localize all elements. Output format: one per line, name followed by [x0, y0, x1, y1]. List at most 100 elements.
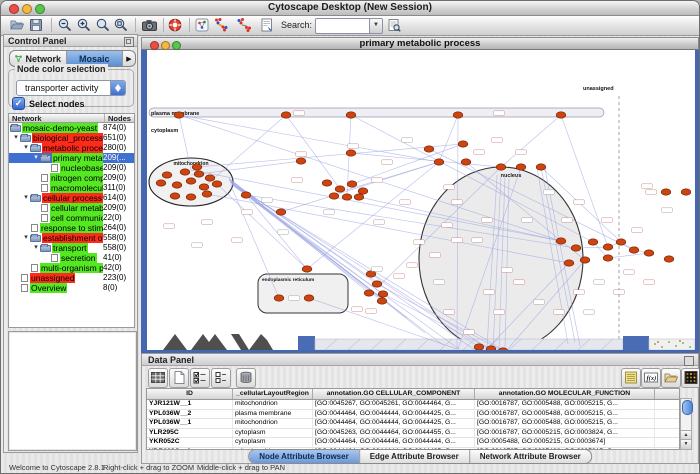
table-scrollbar[interactable]: ▲ ▼ [680, 398, 692, 450]
network-node[interactable] [461, 159, 471, 165]
column-header[interactable]: ID [147, 389, 233, 399]
select-nodes-checkbox[interactable]: ✓ [12, 97, 25, 110]
network-node[interactable] [661, 189, 671, 195]
network-node[interactable] [616, 239, 626, 245]
expand-arrow-icon[interactable]: ▾ [12, 133, 20, 143]
expand-arrow-icon[interactable]: ▾ [22, 233, 30, 243]
network-node[interactable] [199, 184, 209, 190]
network-node[interactable] [372, 281, 382, 287]
network-node[interactable] [346, 150, 356, 156]
float-panel-icon[interactable] [124, 37, 134, 47]
network-node[interactable] [453, 112, 463, 118]
network-node[interactable] [202, 191, 212, 197]
new-attribute-icon[interactable] [169, 368, 189, 388]
network-node[interactable] [322, 180, 332, 186]
network-node[interactable] [329, 193, 339, 199]
network-node[interactable] [296, 158, 306, 164]
function-builder-icon[interactable]: f(x) [641, 368, 661, 388]
help-lifering-icon[interactable] [167, 17, 183, 33]
network-canvas[interactable]: plasma membranecytoplasmmitochondrionnuc… [141, 50, 699, 353]
network-view-titlebar[interactable]: primary metabolic process [141, 37, 699, 50]
close-view-button[interactable] [150, 41, 159, 50]
network-node[interactable] [366, 271, 376, 277]
network-node[interactable] [516, 164, 526, 170]
tree-row[interactable]: cell communicat22(0) [9, 213, 134, 223]
select-attributes-icon[interactable] [190, 368, 210, 388]
network-node[interactable] [496, 164, 506, 170]
network-node[interactable] [434, 159, 444, 165]
tree-row[interactable]: unassigned223(0) [9, 273, 134, 283]
expand-arrow-icon[interactable]: ▾ [22, 143, 30, 153]
zoom-window-button[interactable] [35, 4, 45, 14]
tree-row[interactable]: macromolecule311(0) [9, 183, 134, 193]
network-node[interactable] [354, 194, 364, 200]
network-node[interactable] [194, 171, 204, 177]
tree-row[interactable]: response to stimulu264(0) [9, 223, 134, 233]
unselect-attributes-icon[interactable] [211, 368, 231, 388]
network-node[interactable] [571, 245, 581, 251]
open-session-icon[interactable] [9, 17, 25, 33]
network-node[interactable] [281, 112, 291, 118]
network-node[interactable] [172, 182, 182, 188]
copy-network-view-icon[interactable] [213, 17, 229, 33]
network-node[interactable] [302, 266, 312, 272]
network-node[interactable] [212, 181, 222, 187]
zoom-selected-icon[interactable] [95, 17, 111, 33]
network-node[interactable] [205, 175, 215, 181]
network-node[interactable] [358, 188, 368, 194]
table-row[interactable]: YJR121W__1mitochondrion[GO:0045267, GO:0… [147, 400, 679, 410]
snapshot-camera-icon[interactable] [141, 17, 157, 33]
network-node[interactable] [377, 298, 387, 304]
tree-row[interactable]: ▾primary metabo209(... [9, 153, 134, 163]
tree-row[interactable]: nucleobase-209(0) [9, 163, 134, 173]
zoom-out-icon[interactable] [57, 17, 73, 33]
select-all-icon[interactable] [148, 368, 168, 388]
tab-overflow-arrow[interactable]: ▶ [123, 51, 135, 66]
table-row[interactable]: YKR052Ccytoplasm[GO:0044464, GO:0044446,… [147, 438, 679, 448]
expand-arrow-icon[interactable]: ▾ [32, 153, 40, 163]
network-node[interactable] [378, 291, 388, 297]
expand-arrow-icon[interactable]: ▾ [32, 243, 40, 253]
network-graph[interactable]: plasma membranecytoplasmmitochondrionnuc… [147, 50, 695, 350]
column-header[interactable]: annotation.GO MOLECULAR_FUNCTION [475, 389, 655, 399]
network-node[interactable] [603, 255, 613, 261]
birds-eye-view[interactable] [8, 331, 137, 451]
save-session-icon[interactable] [28, 17, 44, 33]
tree-row[interactable]: nitrogen compo209(0) [9, 173, 134, 183]
network-node[interactable] [580, 257, 590, 263]
network-node[interactable] [346, 112, 356, 118]
network-node[interactable] [424, 146, 434, 152]
network-node[interactable] [186, 178, 196, 184]
network-node[interactable] [170, 193, 180, 199]
zoom-in-icon[interactable] [76, 17, 92, 33]
network-node[interactable] [276, 209, 286, 215]
tree-row[interactable]: ▾metabolic process280(0) [9, 143, 134, 153]
zoom-view-button[interactable] [172, 41, 181, 50]
tree-row[interactable]: Overview8(0) [9, 283, 134, 293]
network-node[interactable] [644, 250, 654, 256]
network-node[interactable] [486, 346, 496, 350]
scroll-down-button[interactable]: ▼ [681, 439, 691, 449]
annotation-icon[interactable] [259, 17, 275, 33]
scrollbar-thumb[interactable] [682, 400, 693, 415]
network-node[interactable] [162, 172, 172, 178]
close-window-button[interactable] [9, 4, 19, 14]
table-row[interactable]: YPL036W__1mitochondrion[GO:0044464, GO:0… [147, 419, 679, 429]
search-dropdown-arrow[interactable]: ▼ [369, 18, 383, 34]
network-node[interactable] [192, 164, 202, 170]
tree-row[interactable]: cellular metabo209(0) [9, 203, 134, 213]
table-row[interactable]: YLR295Ccytoplasm[GO:0045263, GO:0044464,… [147, 429, 679, 439]
network-node[interactable] [681, 189, 691, 195]
network-node[interactable] [536, 164, 546, 170]
copy-network-style-icon[interactable] [236, 17, 252, 33]
network-node[interactable] [342, 194, 352, 200]
attribute-matrix-icon[interactable] [681, 368, 700, 388]
tree-row[interactable]: secretion41(0) [9, 253, 134, 263]
network-node[interactable] [458, 141, 468, 147]
minimize-window-button[interactable] [22, 4, 32, 14]
tree-header-network[interactable]: Network [9, 114, 105, 122]
network-node[interactable] [274, 295, 284, 301]
window-titlebar[interactable]: Cytoscape Desktop (New Session) [1, 1, 699, 16]
network-node[interactable] [174, 112, 184, 118]
delete-attribute-icon[interactable] [236, 368, 256, 388]
